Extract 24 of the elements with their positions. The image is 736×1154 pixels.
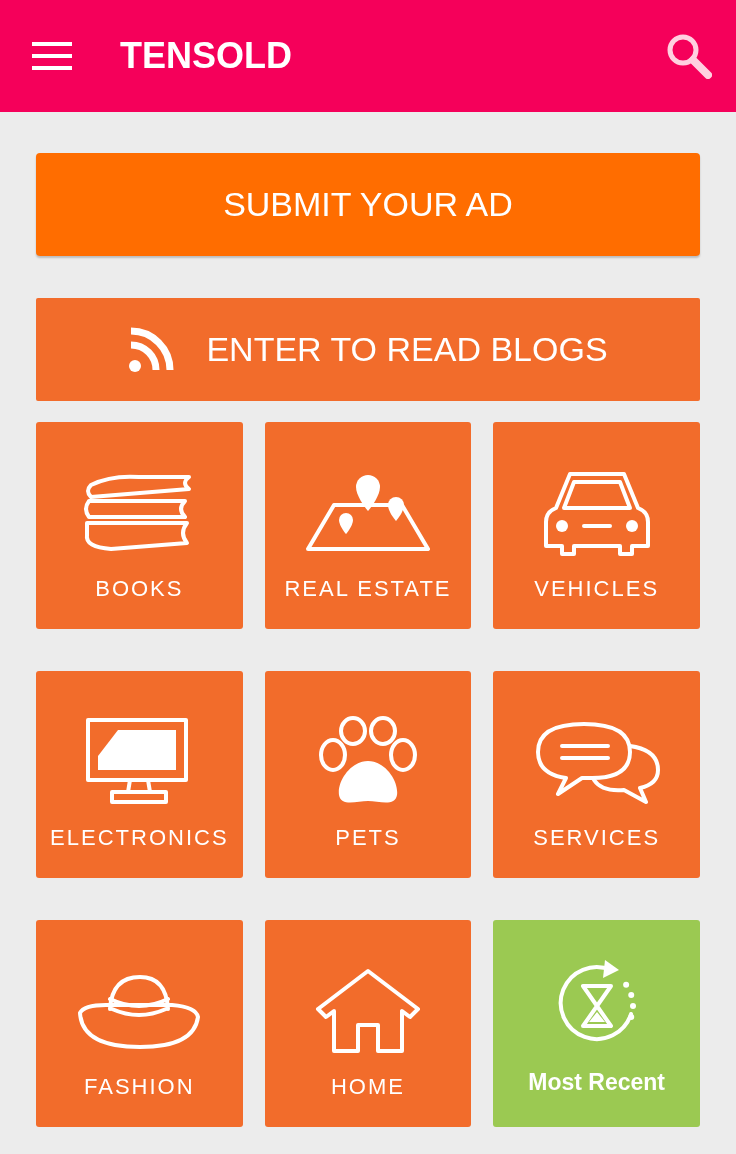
- category-tile[interactable]: PETS: [264, 671, 472, 878]
- tile-label: FASHION: [84, 1073, 195, 1101]
- category-tile[interactable]: HOME: [264, 920, 472, 1127]
- read-blogs-button[interactable]: ENTER TO READ BLOGS: [36, 298, 700, 401]
- submit-ad-button[interactable]: SUBMIT YOUR AD: [36, 153, 700, 256]
- tile-label: Most Recent: [528, 1067, 666, 1097]
- tile-label: SERVICES: [533, 824, 661, 852]
- tile-label: BOOKS: [95, 575, 184, 603]
- category-tile[interactable]: VEHICLES: [493, 422, 700, 629]
- menu-icon[interactable]: [32, 42, 72, 70]
- tile-label: REAL ESTATE: [284, 575, 452, 603]
- tile-label: ELECTRONICS: [50, 824, 229, 852]
- most-recent-tile[interactable]: Most Recent: [493, 920, 700, 1127]
- category-tile[interactable]: REAL ESTATE: [264, 422, 472, 629]
- tile-label: PETS: [335, 824, 401, 852]
- category-tile[interactable]: ELECTRONICS: [36, 671, 243, 878]
- category-tile[interactable]: FASHION: [36, 920, 243, 1127]
- app-title: TENSOLD: [120, 34, 292, 78]
- search-icon[interactable]: [666, 33, 712, 79]
- tile-label: HOME: [331, 1073, 405, 1101]
- rss-icon: [128, 326, 175, 373]
- tile-label: VEHICLES: [534, 575, 660, 603]
- category-tile[interactable]: SERVICES: [493, 671, 700, 878]
- category-tile[interactable]: BOOKS: [36, 422, 243, 629]
